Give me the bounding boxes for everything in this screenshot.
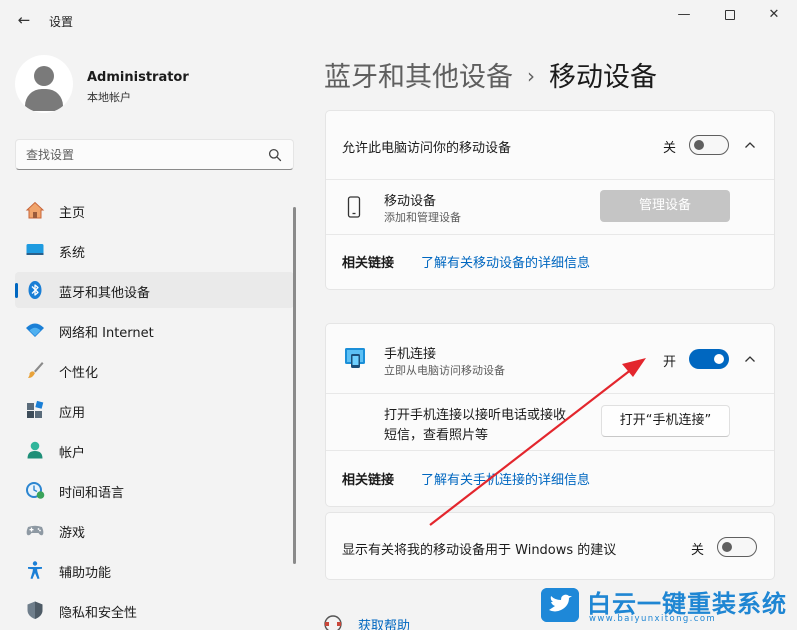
breadcrumb: 蓝牙和其他设备 › 移动设备	[324, 55, 657, 94]
mobile-device-title: 移动设备	[384, 194, 437, 209]
sidebar-item-label: 隐私和安全性	[59, 606, 138, 621]
sidebar-scrollbar[interactable]	[293, 207, 296, 564]
shield-icon	[27, 601, 43, 619]
mobile-device-subtitle: 添加和管理设备	[384, 211, 461, 224]
search-icon[interactable]	[268, 148, 282, 162]
get-help-link[interactable]: 获取帮助	[358, 615, 410, 630]
search-box[interactable]	[15, 139, 294, 170]
phone-link-description-line1: 打开手机连接以接听电话或接收	[384, 408, 567, 423]
help-icon[interactable]	[323, 614, 343, 630]
chevron-up-icon[interactable]	[743, 352, 757, 366]
page-title: 移动设备	[549, 62, 657, 93]
related-links-label: 相关链接	[342, 473, 395, 488]
time-language-icon	[26, 482, 45, 499]
chevron-up-icon[interactable]	[743, 138, 757, 152]
sidebar-item-bluetooth[interactable]: 蓝牙和其他设备	[15, 272, 294, 308]
divider	[326, 393, 774, 394]
mobile-devices-info-link[interactable]: 了解有关移动设备的详细信息	[421, 252, 590, 271]
maximize-button[interactable]	[708, 4, 752, 26]
sidebar-item-label: 帐户	[59, 446, 86, 461]
suggestions-label: 显示有关将我的移动设备用于 Windows 的建议	[342, 543, 617, 558]
sidebar-item-label: 网络和 Internet	[59, 326, 154, 341]
mobile-devices-card: 允许此电脑访问你的移动设备 关 移动设备 添加和管理设备 管理设备 相关链接 了…	[325, 110, 775, 290]
sidebar-item-apps[interactable]: 应用	[15, 392, 294, 428]
allow-access-state: 关	[663, 141, 677, 156]
toggle-knob	[722, 542, 732, 552]
allow-access-label: 允许此电脑访问你的移动设备	[342, 141, 512, 156]
phone-link-title: 手机连接	[384, 347, 437, 362]
accessibility-icon	[28, 561, 42, 579]
sidebar-item-label: 个性化	[59, 366, 99, 381]
sidebar-item-accounts[interactable]: 帐户	[15, 432, 294, 468]
sidebar-item-label: 时间和语言	[59, 486, 125, 501]
allow-access-toggle[interactable]	[689, 135, 729, 155]
phone-link-subtitle: 立即从电脑访问移动设备	[384, 364, 505, 377]
sidebar-item-accessibility[interactable]: 辅助功能	[15, 552, 294, 588]
watermark-url: www.baiyunxitong.com	[589, 614, 717, 624]
sidebar-item-home[interactable]: 主页	[15, 192, 294, 228]
related-links-label: 相关链接	[342, 256, 395, 271]
sidebar-item-label: 应用	[59, 406, 86, 421]
watermark: 白云一键重装系统 www.baiyunxitong.com	[541, 584, 791, 628]
back-button[interactable]: ←	[14, 10, 34, 30]
sidebar-item-label: 系统	[59, 246, 86, 261]
toggle-knob	[694, 140, 704, 150]
open-phone-link-button[interactable]: 打开“手机连接”	[601, 405, 730, 437]
bluetooth-icon	[28, 281, 42, 299]
toggle-knob	[714, 354, 724, 364]
sidebar-item-time-language[interactable]: 时间和语言	[15, 472, 294, 508]
phone-link-description-line2: 短信，查看照片等	[384, 428, 489, 443]
minimize-button[interactable]: —	[662, 4, 706, 26]
account-icon	[27, 441, 43, 459]
sidebar-item-label: 游戏	[59, 526, 86, 541]
home-icon	[25, 201, 45, 219]
close-button[interactable]: ✕	[752, 4, 796, 26]
suggestions-card: 显示有关将我的移动设备用于 Windows 的建议 关	[325, 512, 775, 580]
sidebar-item-label: 主页	[59, 206, 86, 221]
divider	[326, 179, 774, 180]
sidebar-item-privacy-security[interactable]: 隐私和安全性	[15, 592, 294, 628]
phone-icon	[347, 196, 361, 218]
avatar-head	[34, 66, 54, 86]
breadcrumb-separator: ›	[527, 64, 535, 88]
divider	[326, 234, 774, 235]
divider	[326, 450, 774, 451]
account-type: 本地帐户	[87, 91, 131, 104]
sidebar-item-network[interactable]: 网络和 Internet	[15, 312, 294, 348]
sidebar-item-system[interactable]: 系统	[15, 232, 294, 268]
sidebar-item-label: 辅助功能	[59, 566, 112, 581]
avatar[interactable]	[15, 55, 73, 113]
phone-link-icon	[345, 348, 365, 368]
suggestions-state: 关	[691, 543, 705, 558]
sidebar-item-label: 蓝牙和其他设备	[59, 286, 151, 301]
maximize-icon	[725, 9, 735, 20]
breadcrumb-parent[interactable]: 蓝牙和其他设备	[324, 62, 513, 93]
sidebar-item-gaming[interactable]: 游戏	[15, 512, 294, 548]
app-title: 设置	[49, 15, 74, 29]
manage-devices-button[interactable]: 管理设备	[600, 190, 730, 222]
phone-link-card: 手机连接 立即从电脑访问移动设备 开 打开手机连接以接听电话或接收 短信，查看照…	[325, 323, 775, 507]
gamepad-icon	[26, 525, 44, 536]
apps-icon	[27, 400, 44, 418]
sidebar-nav: 主页 系统 蓝牙和其他设备 网络和 Internet 个性化 应用 帐户 时间和…	[15, 192, 294, 630]
avatar-body	[25, 89, 63, 111]
phone-link-toggle[interactable]	[689, 349, 729, 369]
user-name: Administrator	[87, 70, 189, 85]
wifi-icon	[26, 323, 44, 337]
title-bar: ← 设置 — ✕	[0, 0, 797, 44]
suggestions-toggle[interactable]	[717, 537, 757, 557]
phone-link-info-link[interactable]: 了解有关手机连接的详细信息	[421, 469, 590, 488]
system-display-icon	[26, 244, 44, 255]
phone-link-state: 开	[663, 355, 677, 370]
search-input[interactable]	[26, 146, 256, 164]
twitter-bird-icon	[541, 588, 579, 622]
paint-brush-icon	[28, 362, 44, 378]
sidebar-item-personalization[interactable]: 个性化	[15, 352, 294, 388]
